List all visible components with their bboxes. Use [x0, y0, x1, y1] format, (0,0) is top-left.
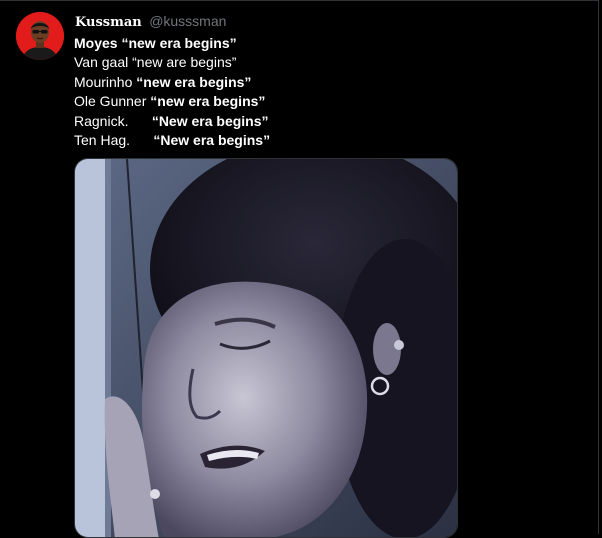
- line-quote: “new era begins”: [121, 35, 237, 51]
- line-quote: “New era begins”: [151, 112, 269, 129]
- line-label: Ten Hag.: [74, 132, 150, 149]
- tweet-line: Moyes “new era begins”: [74, 34, 574, 53]
- line-quote: “new era begins”: [136, 73, 252, 90]
- tweet-line: Ten Hag. “New era begins”: [74, 131, 574, 150]
- tweet-line: Ragnick. “New era begins”: [74, 112, 574, 131]
- line-label: Ragnick.: [74, 112, 148, 129]
- crying-woman-photo: [75, 159, 457, 537]
- line-quote: “new era begins”: [150, 93, 266, 110]
- tweet-line: Ole Gunner “new era begins”: [74, 92, 574, 111]
- tweet-line: Mourinho “new era begins”: [74, 73, 574, 92]
- line-label: Moyes: [74, 35, 118, 51]
- author-handle[interactable]: @kusssman: [149, 13, 226, 29]
- tweet-text: Moyes “new era begins” Van gaal “new are…: [74, 34, 574, 150]
- line-label: Van gaal: [74, 54, 129, 71]
- profile-avatar-icon: [16, 12, 64, 60]
- tweet-media[interactable]: [74, 158, 458, 538]
- line-quote: “new are begins”: [132, 54, 237, 71]
- author-display-name[interactable]: Kussman: [75, 15, 142, 30]
- line-quote: “New era begins”: [153, 132, 271, 149]
- line-label: Ole Gunner: [74, 93, 147, 110]
- tweet[interactable]: Kussman @kusssman Moyes “new era begins”…: [0, 0, 598, 538]
- column-border: [598, 0, 599, 534]
- tweet-line: Van gaal “new are begins”: [74, 53, 574, 72]
- line-label: Mourinho: [74, 73, 133, 90]
- author-avatar[interactable]: [16, 12, 64, 60]
- tweet-header: Kussman @kusssman: [75, 13, 226, 31]
